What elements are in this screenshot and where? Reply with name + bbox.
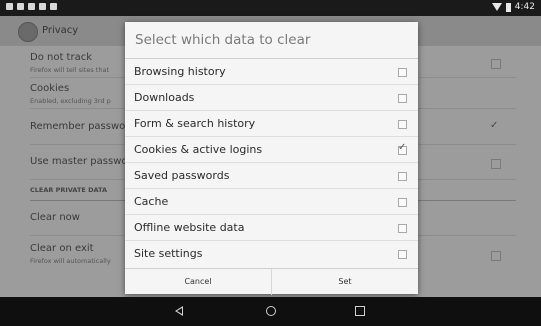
saved-passwords-checkbox[interactable]	[398, 172, 407, 181]
setting-cookies[interactable]: Cookies	[30, 83, 69, 94]
cookies-active-logins-checkbox[interactable]: ✓	[398, 142, 407, 155]
option-label: Offline website data	[134, 221, 245, 234]
notification-icon	[28, 3, 35, 10]
option-downloads[interactable]: Downloads	[125, 85, 418, 111]
clear-data-dialog: Select which data to clear Browsing hist…	[125, 22, 418, 295]
setting-do-not-track-sub: Firefox will tell sites that	[30, 66, 109, 74]
firefox-logo-icon	[18, 22, 38, 42]
setting-clear-on-exit-sub: Firefox will automatically	[30, 257, 111, 265]
status-time: 4:42	[514, 2, 535, 12]
option-cache[interactable]: Cache	[125, 189, 418, 215]
status-bar: 4:42	[0, 0, 541, 16]
notification-icon	[39, 3, 46, 10]
option-form-search-history[interactable]: Form & search history	[125, 111, 418, 137]
settings-title: Privacy	[42, 25, 79, 36]
option-site-settings[interactable]: Site settings	[125, 241, 418, 267]
option-label: Site settings	[134, 247, 203, 260]
checkmark-icon: ✓	[398, 142, 407, 153]
option-label: Cache	[134, 195, 169, 208]
wifi-icon	[491, 3, 502, 11]
remember-passwords-checkbox[interactable]: ✓	[490, 120, 498, 131]
dialog-title: Select which data to clear	[135, 32, 311, 48]
battery-icon	[505, 2, 511, 12]
option-cookies-active-logins[interactable]: Cookies & active logins ✓	[125, 137, 418, 163]
offline-website-data-checkbox[interactable]	[398, 224, 407, 233]
clear-on-exit-checkbox[interactable]	[491, 251, 501, 261]
dialog-buttons: Cancel Set	[125, 268, 418, 295]
set-button[interactable]: Set	[272, 269, 418, 295]
setting-cookies-sub: Enabled, excluding 3rd p	[30, 97, 111, 105]
section-clear-private-data: CLEAR PRIVATE DATA	[30, 186, 107, 194]
option-browsing-history[interactable]: Browsing history	[125, 59, 418, 85]
back-icon[interactable]	[175, 306, 183, 316]
status-right: 4:42	[491, 2, 535, 12]
site-settings-checkbox[interactable]	[398, 250, 407, 259]
home-icon[interactable]	[266, 306, 276, 316]
notification-icon	[50, 3, 57, 10]
option-label: Browsing history	[134, 65, 226, 78]
form-search-history-checkbox[interactable]	[398, 120, 407, 129]
do-not-track-checkbox[interactable]	[491, 59, 501, 69]
notification-icon	[6, 3, 13, 10]
notification-icon	[17, 3, 24, 10]
cache-checkbox[interactable]	[398, 198, 407, 207]
recent-apps-icon[interactable]	[355, 306, 365, 316]
option-label: Cookies & active logins	[134, 143, 263, 156]
option-label: Downloads	[134, 91, 195, 104]
notification-icons	[6, 3, 57, 10]
option-offline-website-data[interactable]: Offline website data	[125, 215, 418, 241]
master-password-checkbox[interactable]	[491, 159, 501, 169]
option-label: Form & search history	[134, 117, 256, 130]
navigation-bar	[0, 297, 541, 326]
option-label: Saved passwords	[134, 169, 230, 182]
setting-master-password[interactable]: Use master passwo	[30, 156, 128, 167]
downloads-checkbox[interactable]	[398, 94, 407, 103]
setting-clear-now[interactable]: Clear now	[30, 212, 80, 223]
browsing-history-checkbox[interactable]	[398, 68, 407, 77]
setting-do-not-track[interactable]: Do not track	[30, 52, 92, 63]
setting-clear-on-exit[interactable]: Clear on exit	[30, 243, 94, 254]
option-saved-passwords[interactable]: Saved passwords	[125, 163, 418, 189]
setting-remember-passwords[interactable]: Remember passwo	[30, 121, 125, 132]
cancel-button[interactable]: Cancel	[125, 269, 271, 295]
